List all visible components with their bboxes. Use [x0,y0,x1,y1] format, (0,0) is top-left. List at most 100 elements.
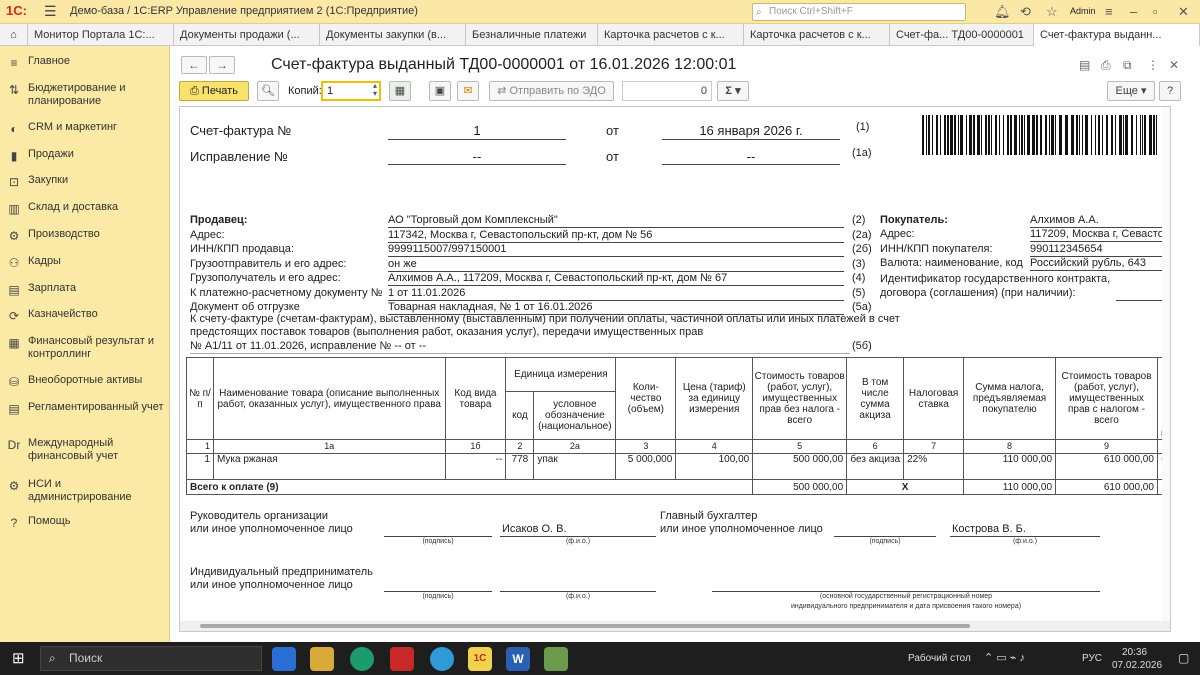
close-form-icon[interactable]: ✕ [1169,58,1179,72]
tab-purchase-docs[interactable]: Документы закупки (в... [320,24,466,46]
help-button[interactable]: ? [1159,81,1181,101]
invoice-title-label: Счет-фактура № [190,123,292,138]
star-icon[interactable]: ☆ [1046,4,1058,20]
notification-icon[interactable]: ▢ [1178,651,1189,665]
purchase-icon: ⊡ [8,175,20,189]
windows-start-icon[interactable]: ⊞ [12,649,25,667]
sidebar-item[interactable]: ▤ Зарплата [0,282,170,297]
clock-time[interactable]: 20:36 [1122,647,1147,658]
seller-field-label: К платежно-расчетному документу № [190,287,383,299]
row-excise: без акциза [846,453,905,480]
sidebar-item[interactable]: ⟳ Казначейство [0,308,170,323]
barcode-image [922,115,1162,155]
folder-icon[interactable] [310,647,334,671]
clock-date[interactable]: 07.02.2026 [1112,660,1162,671]
row-unit: упак [533,453,617,480]
more-button[interactable]: Еще ▾ [1107,81,1155,101]
column-number: 2 [505,439,535,454]
app-icon-red[interactable] [390,647,414,671]
taskbar: ⊞ ⌕ Поиск 1С W Рабочий стол ⌃ ▭ ⌁ ♪ РУС … [0,642,1200,675]
sidebar-item[interactable]: Dr Международный финансовый учет [0,437,170,463]
scroll-thumb[interactable] [200,624,970,628]
tab-invoice-active[interactable]: Счет-фактура выданн... [1034,24,1200,46]
buyer-field-label: Покупатель: [880,214,948,226]
taskbar-search[interactable]: ⌕ Поиск [40,646,262,671]
sidebar-item[interactable]: ▦ Финансовый результат и контроллинг [0,335,170,361]
copies-input[interactable]: 1 ▴ ▾ [321,81,381,101]
accountant-fio-hint: (ф.и.о.) [1012,538,1038,545]
language-indicator[interactable]: РУС [1082,653,1102,664]
sidebar-item[interactable]: ▮ Продажи [0,148,170,163]
search-icon: ⌕ [756,7,762,18]
stepper-icon[interactable]: ▴ ▾ [373,82,377,98]
app-icon-last[interactable] [544,647,568,671]
word-icon[interactable]: W [506,647,530,671]
total-label: Всего к оплате (9) [185,479,754,495]
sidebar-item-label: Склад и доставка [28,201,119,213]
forward-button[interactable]: → [209,56,235,74]
sidebar-item[interactable]: ◐ CRM и маркетинг [0,121,170,136]
seller-field-value: 117342, Москва г, Севастопольский пр-кт,… [388,229,653,241]
tray-icons[interactable]: ⌃ ▭ ⌁ ♪ [984,651,1025,664]
seller-field-ref: (2) [852,214,866,226]
sidebar-item[interactable]: ⊡ Закупки [0,174,170,189]
accountant-label-2: или иное уполномоченное лицо [660,523,823,535]
telegram-icon[interactable] [430,647,454,671]
onec-icon[interactable]: 1С [468,647,492,671]
print-button[interactable]: ⎙ Печать [179,81,249,101]
seller-field-ref: (4) [852,272,866,284]
sidebar-item[interactable]: ? Помощь [0,515,170,530]
tab-invoice-short[interactable]: Счет-фа... ТД00-0000001 [890,24,1034,46]
ogrn-hint-1: (основной государственный регистрационны… [819,593,993,600]
app-icon-1[interactable] [272,647,296,671]
desktop-label[interactable]: Рабочий стол [908,653,971,664]
horizontal-scrollbar[interactable] [180,621,1170,631]
main-menu-icon[interactable]: ☰ [44,3,57,20]
ip-label-1: Индивидуальный предприниматель [190,566,373,578]
global-search-input[interactable]: ⌕ Поиск Ctrl+Shift+F [752,3,966,21]
sidebar-item[interactable]: ⚙ НСИ и администрирование [0,478,170,504]
grid-icon[interactable]: ▦ [389,81,411,101]
edge-icon[interactable] [350,647,374,671]
link-icon[interactable]: ⧉ [1123,58,1132,73]
settings-icon[interactable]: ≡ [1105,4,1113,19]
back-button[interactable]: ← [181,56,207,74]
bell-icon[interactable]: 🔔︎ [994,4,1011,20]
sidebar-item[interactable]: ⚇ Кадры [0,255,170,270]
buyer-field-value: Российский рубль, 643 [1030,257,1146,269]
sidebar-item[interactable]: ⚙ Производство [0,228,170,243]
edo-icon: ⇄ [497,85,510,97]
head-sign-hint: (подпись) [422,538,454,545]
maximize-icon[interactable]: ▫ [1153,4,1158,19]
seller-field-ref: (5) [852,287,866,299]
row-num: 1 [186,453,214,480]
tab-portal-monitor[interactable]: Монитор Портала 1С:... [28,24,174,46]
sum-field[interactable]: 0 [622,81,712,101]
history-icon[interactable]: ⟲ [1020,4,1031,20]
mail-icon[interactable]: ✉ [457,81,479,101]
more-icon[interactable]: ⋮ [1147,58,1159,72]
sum-mode-button[interactable]: Σ ▾ [717,81,749,101]
column-number: 5 [752,439,848,454]
close-icon[interactable]: ✕ [1178,4,1189,20]
send-edo-button[interactable]: ⇄ Отправить по ЭДО [489,81,614,101]
tab-sales-docs[interactable]: Документы продажи (... [174,24,320,46]
tab-noncash-payments[interactable]: Безналичные платежи [466,24,598,46]
sidebar-item[interactable]: ⇅ Бюджетирование и планирование [0,82,170,108]
sidebar-item[interactable]: ▤ Регламентированный учет [0,401,170,416]
minimize-icon[interactable]: – [1130,4,1137,19]
disk-icon[interactable]: ▣ [429,81,451,101]
preview-icon[interactable]: 🔍︎ [257,81,279,101]
print-icon[interactable]: ⎙ [1101,58,1111,73]
home-tab-icon[interactable]: ⌂ [0,24,28,46]
sidebar-item[interactable]: ▥ Склад и доставка [0,201,170,216]
tab-settlement-card-1[interactable]: Карточка расчетов с к... [598,24,744,46]
tab-settlement-card-2[interactable]: Карточка расчетов с к... [744,24,890,46]
user-name[interactable]: Admin [1070,6,1096,16]
sidebar-item-label: Кадры [28,255,61,267]
save-icon[interactable]: ▤ [1079,58,1090,72]
sidebar-item[interactable]: ⛁ Внеоборотные активы [0,374,170,389]
printer-icon: ⎙ [190,85,202,97]
vertical-scrollbar[interactable] [1162,107,1170,621]
sidebar-item[interactable]: ≡ Главное [0,55,170,70]
